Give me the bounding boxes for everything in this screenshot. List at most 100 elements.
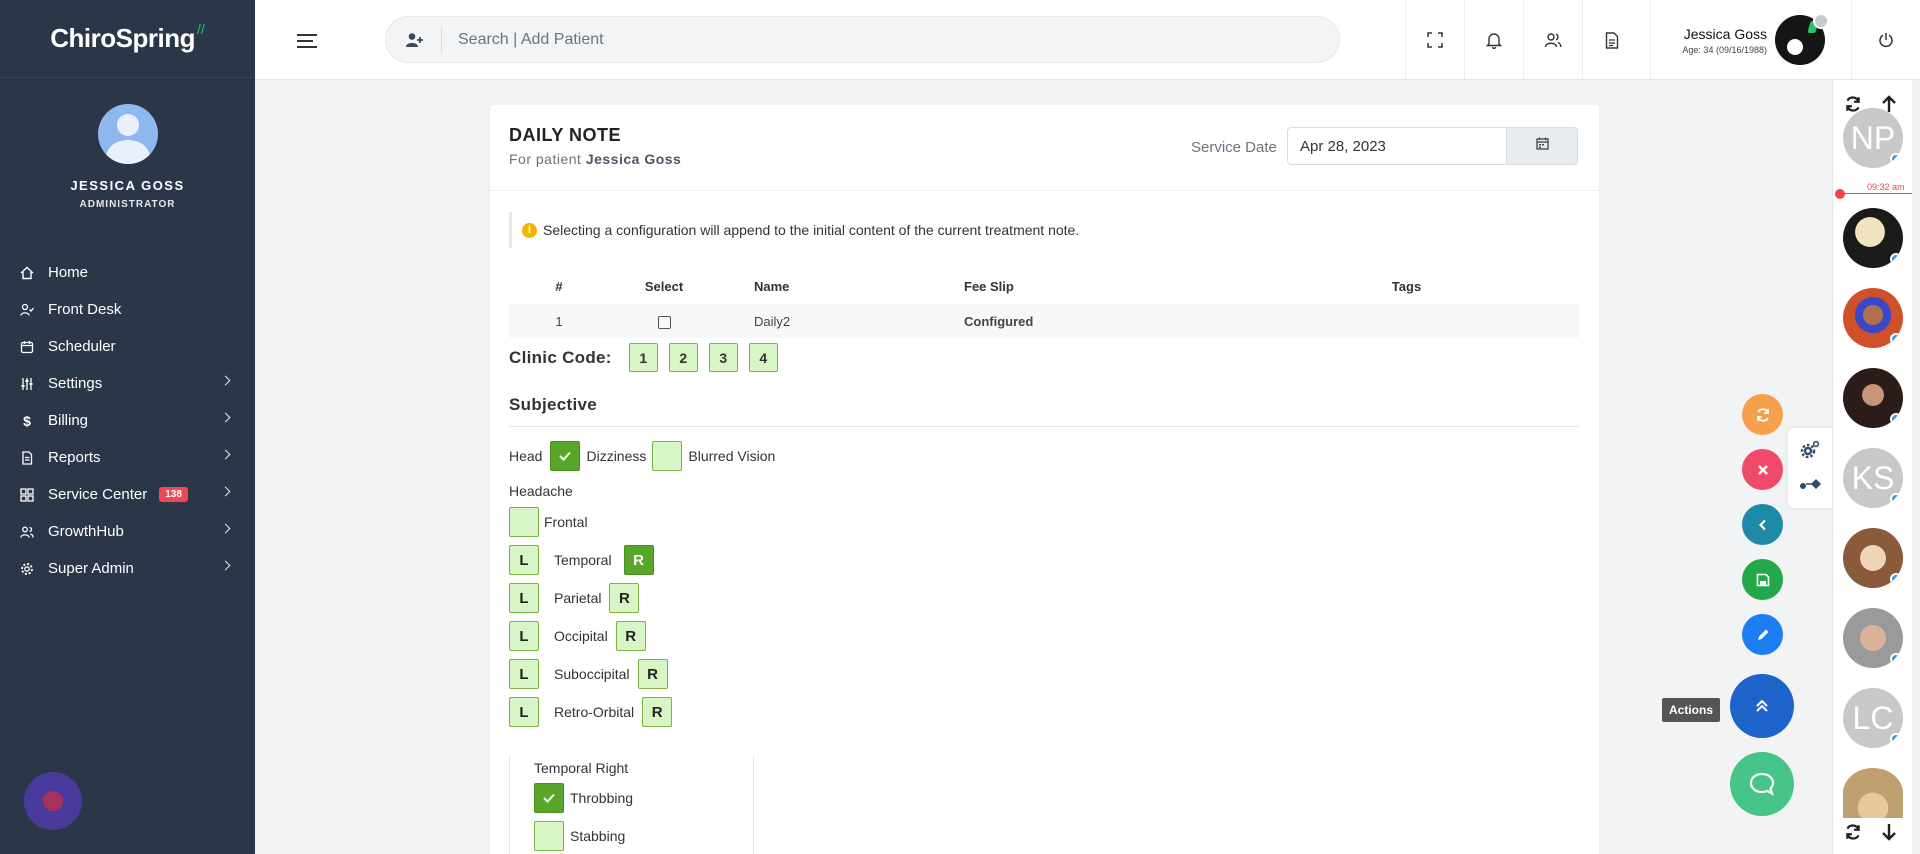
throbbing-label: Throbbing — [570, 790, 634, 806]
rail-scroll-down-icon[interactable] — [1875, 818, 1903, 846]
edit-fab[interactable] — [1742, 614, 1783, 655]
document-icon[interactable] — [1582, 0, 1641, 80]
chat-icon — [1749, 772, 1775, 796]
suboccipital-left-toggle[interactable]: L — [509, 659, 539, 689]
avatar[interactable] — [1775, 13, 1829, 65]
support-chat-button[interactable] — [24, 772, 82, 830]
row-name: Daily2 — [719, 304, 934, 338]
sidebar-item-billing[interactable]: $ Billing — [0, 402, 255, 439]
parietal-label: Parietal — [554, 590, 602, 606]
transfer-icon[interactable] — [1799, 476, 1822, 497]
save-fab[interactable] — [1742, 559, 1783, 600]
column-header: Name — [754, 278, 790, 294]
page-scrollbar[interactable] — [1912, 80, 1920, 854]
menu-toggle-icon[interactable] — [297, 34, 317, 52]
stabbing-label: Stabbing — [570, 828, 626, 844]
clinic-code-button-1[interactable]: 1 — [628, 343, 658, 372]
sidebar-item-service-center[interactable]: Service Center 138 — [0, 476, 255, 513]
patient-avatar[interactable] — [1843, 528, 1903, 588]
pencil-icon — [1757, 629, 1768, 640]
sidebar-item-settings[interactable]: Settings — [0, 365, 255, 402]
close-icon — [1757, 464, 1768, 475]
online-indicator — [1890, 333, 1902, 345]
temporal-row: L Temporal R — [509, 545, 654, 575]
bell-icon[interactable] — [1464, 0, 1523, 80]
patient-avatar[interactable] — [1843, 768, 1903, 818]
occipital-row: L Occipital R — [509, 621, 646, 651]
row-fee-slip: Configured — [934, 304, 1234, 338]
service-date-input[interactable]: Apr 28, 2023 — [1287, 127, 1507, 165]
patient-avatar[interactable] — [1843, 288, 1903, 348]
fullscreen-icon[interactable] — [1405, 0, 1464, 80]
card-header: DAILY NOTE For patient Jessica Goss Serv… — [490, 105, 1599, 191]
patient-avatar-ks[interactable]: KS — [1843, 448, 1903, 508]
retro-orbital-left-toggle[interactable]: L — [509, 697, 539, 727]
close-fab[interactable] — [1742, 449, 1783, 490]
throbbing-toggle[interactable] — [534, 783, 564, 813]
refresh-fab[interactable] — [1742, 394, 1783, 435]
logo[interactable]: ChiroSpring// — [0, 0, 255, 78]
frontal-label: Frontal — [544, 514, 588, 530]
sidebar-item-scheduler[interactable]: Scheduler — [0, 328, 255, 365]
patient-avatar-lc[interactable]: LC — [1843, 688, 1903, 748]
sidebar-item-home[interactable]: Home — [0, 254, 255, 291]
patient-avatar[interactable] — [1843, 368, 1903, 428]
report-icon — [20, 450, 34, 465]
suboccipital-right-toggle[interactable]: R — [637, 659, 668, 689]
clinic-code-button-3[interactable]: 3 — [708, 343, 738, 372]
frontal-toggle[interactable] — [509, 507, 539, 537]
current-user-age: Age: 34 (09/16/1988) — [1682, 44, 1767, 55]
dizziness-label: Dizziness — [586, 448, 647, 464]
calendar-button[interactable] — [1506, 127, 1578, 165]
parietal-left-toggle[interactable]: L — [509, 583, 539, 613]
actions-fab[interactable] — [1730, 674, 1794, 738]
patient-avatar-np[interactable]: NP — [1843, 108, 1903, 168]
chevron-right-icon — [220, 523, 231, 534]
clinic-code-button-2[interactable]: 2 — [668, 343, 698, 372]
retro-orbital-row: L Retro-Orbital R — [509, 697, 673, 727]
clinic-code-button-4[interactable]: 4 — [748, 343, 778, 372]
retro-orbital-right-toggle[interactable]: R — [642, 697, 673, 727]
sidebar-profile: JESSICA GOSS ADMINISTRATOR — [0, 78, 255, 210]
back-fab[interactable] — [1742, 504, 1783, 545]
avatar-initials: LC — [1852, 699, 1894, 736]
service-center-badge: 138 — [159, 487, 188, 502]
power-icon[interactable] — [1851, 0, 1920, 80]
chat-fab[interactable] — [1730, 752, 1794, 816]
temporal-right-toggle[interactable]: R — [623, 545, 654, 575]
blurred-vision-toggle[interactable] — [652, 441, 683, 471]
sidebar-item-super-admin[interactable]: Super Admin — [0, 550, 255, 587]
sidebar-item-front-desk[interactable]: Front Desk — [0, 291, 255, 328]
sidebar-item-label: Reports — [48, 449, 101, 466]
sidebar-item-growthhub[interactable]: GrowthHub — [0, 513, 255, 550]
temporal-left-toggle[interactable]: L — [509, 545, 539, 575]
rail-refresh-bottom-icon[interactable] — [1839, 818, 1867, 846]
check-icon — [559, 451, 572, 461]
occipital-label: Occipital — [554, 628, 608, 644]
current-time-line — [1839, 193, 1920, 194]
dizziness-toggle[interactable] — [550, 441, 581, 471]
table-row[interactable]: 1 Daily2 Configured — [509, 304, 1579, 338]
patient-name: Jessica Goss — [585, 151, 682, 167]
select-checkbox[interactable] — [657, 315, 671, 329]
users-icon — [20, 525, 34, 539]
row-select-cell — [609, 304, 719, 338]
stabbing-toggle[interactable] — [534, 821, 564, 851]
search-input[interactable] — [458, 30, 1258, 49]
occipital-left-toggle[interactable]: L — [509, 621, 539, 651]
patient-avatar[interactable] — [1843, 608, 1903, 668]
parietal-right-toggle[interactable]: R — [609, 583, 640, 613]
users-icon[interactable] — [1523, 0, 1582, 80]
sidebar-item-reports[interactable]: Reports — [0, 439, 255, 476]
column-header: Tags — [1391, 278, 1422, 294]
settings-gear-icon[interactable] — [1800, 440, 1820, 465]
profile-avatar[interactable] — [97, 104, 158, 164]
current-user[interactable]: Jessica Goss Age: 34 (09/16/1988) — [1650, 0, 1850, 80]
check-icon — [543, 793, 555, 803]
occipital-right-toggle[interactable]: R — [615, 621, 646, 651]
add-patient-icon[interactable] — [386, 26, 442, 53]
patient-avatar[interactable] — [1843, 208, 1903, 268]
chevron-right-icon — [220, 449, 231, 460]
for-patient-prefix: For patient — [509, 151, 582, 167]
home-icon — [20, 266, 34, 280]
